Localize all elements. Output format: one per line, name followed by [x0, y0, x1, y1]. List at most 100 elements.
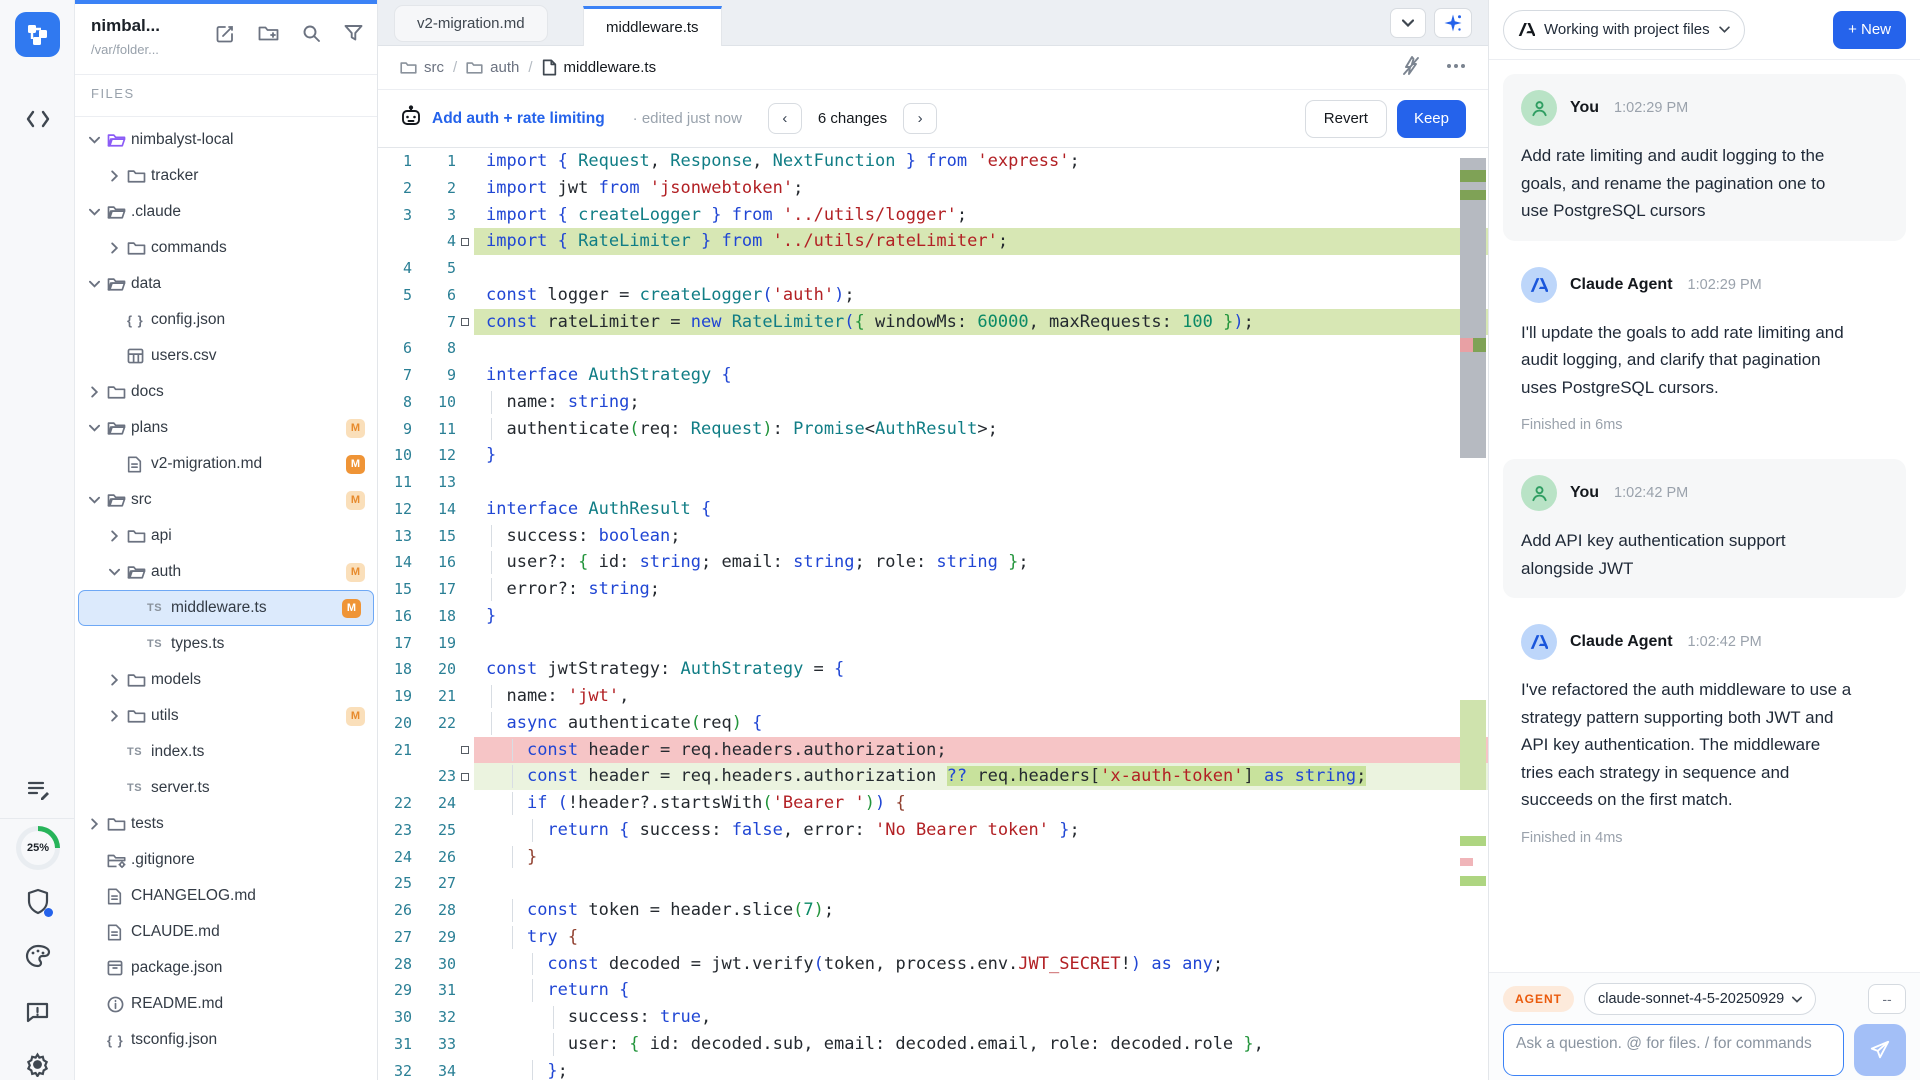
diff-gutter-marker[interactable] — [456, 630, 474, 657]
code-line[interactable]: 23 const header = req.headers.authorizat… — [378, 763, 1488, 790]
tree-item--claude[interactable]: .claude — [75, 194, 377, 230]
chevron-down-icon[interactable] — [89, 496, 107, 504]
chat-input[interactable] — [1503, 1024, 1844, 1076]
code-line[interactable]: 45 — [378, 255, 1488, 282]
chevron-down-icon[interactable] — [89, 136, 107, 144]
tree-item-tracker[interactable]: tracker — [75, 158, 377, 194]
diff-gutter-marker[interactable] — [456, 496, 474, 523]
tab-middleware[interactable]: middleware.ts — [583, 6, 722, 46]
zap-off-icon[interactable] — [1402, 56, 1420, 80]
chevron-right-icon[interactable] — [109, 244, 127, 252]
chevron-down-icon[interactable] — [109, 568, 127, 576]
chevron-right-icon[interactable] — [109, 532, 127, 540]
tree-item-claude-md[interactable]: CLAUDE.md — [75, 914, 377, 950]
chevron-down-icon[interactable] — [89, 208, 107, 216]
diff-gutter-marker[interactable] — [456, 523, 474, 550]
tree-item-users-csv[interactable]: users.csv — [75, 338, 377, 374]
diff-gutter-marker[interactable] — [456, 362, 474, 389]
code-line[interactable]: 3133 user: { id: decoded.sub, email: dec… — [378, 1031, 1488, 1058]
breadcrumb-src[interactable]: src — [424, 59, 444, 76]
code-line[interactable]: 1719 — [378, 630, 1488, 657]
code-line[interactable]: 2426 } — [378, 844, 1488, 871]
feedback-icon[interactable] — [0, 1000, 75, 1024]
tree-item-package-json[interactable]: package.json — [75, 950, 377, 986]
diff-gutter-marker[interactable] — [456, 175, 474, 202]
diff-gutter-marker[interactable] — [456, 309, 474, 336]
diff-gutter-marker[interactable] — [456, 416, 474, 443]
search-icon[interactable] — [302, 24, 321, 49]
theme-palette-icon[interactable] — [0, 944, 75, 968]
tree-item-tests[interactable]: tests — [75, 806, 377, 842]
diff-gutter-marker[interactable] — [456, 202, 474, 229]
model-selector[interactable]: claude-sonnet-4-5-20250929 — [1584, 983, 1816, 1015]
prev-change-button[interactable]: ‹ — [768, 103, 802, 134]
code-line[interactable]: 1012} — [378, 442, 1488, 469]
code-line[interactable]: 1113 — [378, 469, 1488, 496]
diff-gutter-marker[interactable] — [456, 282, 474, 309]
tree-item-tsconfig-json[interactable]: { }tsconfig.json — [75, 1022, 377, 1058]
diff-gutter-marker[interactable] — [456, 549, 474, 576]
diff-gutter-marker[interactable] — [456, 897, 474, 924]
tree-item-v2-migration-md[interactable]: v2-migration.mdM — [75, 446, 377, 482]
new-chat-button[interactable]: + New — [1833, 11, 1906, 49]
breadcrumb-auth[interactable]: auth — [490, 59, 519, 76]
diff-gutter-marker[interactable] — [456, 1058, 474, 1080]
diff-gutter-marker[interactable] — [456, 737, 474, 764]
settings-gear-icon[interactable] — [0, 1052, 75, 1077]
tree-item-config-json[interactable]: { }config.json — [75, 302, 377, 338]
chevron-down-icon[interactable] — [89, 280, 107, 288]
diff-gutter-marker[interactable] — [456, 469, 474, 496]
diff-gutter-marker[interactable] — [456, 255, 474, 282]
tree-item-utils[interactable]: utilsM — [75, 698, 377, 734]
scrollbar-overview-ruler[interactable] — [1460, 148, 1486, 1080]
chevron-right-icon[interactable] — [109, 676, 127, 684]
new-ai-tab-button[interactable] — [1434, 8, 1472, 38]
scrollbar-thumb[interactable] — [1460, 158, 1486, 458]
diff-gutter-marker[interactable] — [456, 335, 474, 362]
more-options-icon[interactable] — [1446, 56, 1466, 80]
new-folder-icon[interactable] — [258, 24, 279, 49]
tab-list-dropdown-button[interactable] — [1390, 8, 1426, 38]
code-line[interactable]: 1921 name: 'jwt', — [378, 683, 1488, 710]
chevron-right-icon[interactable] — [109, 172, 127, 180]
diff-gutter-marker[interactable] — [456, 924, 474, 951]
diff-gutter-marker[interactable] — [456, 1031, 474, 1058]
tree-item-docs[interactable]: docs — [75, 374, 377, 410]
code-line[interactable]: 7const rateLimiter = new RateLimiter({ w… — [378, 309, 1488, 336]
code-line[interactable]: 1618} — [378, 603, 1488, 630]
tree-item-src[interactable]: srcM — [75, 482, 377, 518]
collapse-composer-button[interactable]: -- — [1868, 984, 1906, 1014]
revert-button[interactable]: Revert — [1305, 100, 1387, 138]
usage-progress-ring[interactable]: 25% — [16, 826, 60, 870]
code-line[interactable]: 3234 }; — [378, 1058, 1488, 1080]
code-line[interactable]: 810 name: string; — [378, 389, 1488, 416]
code-line[interactable]: 2628 const token = header.slice(7); — [378, 897, 1488, 924]
diff-gutter-marker[interactable] — [456, 951, 474, 978]
code-line[interactable]: 1416 user?: { id: string; email: string;… — [378, 549, 1488, 576]
tree-item-models[interactable]: models — [75, 662, 377, 698]
diff-gutter-marker[interactable] — [456, 442, 474, 469]
code-line[interactable]: 2224 if (!header?.startsWith('Bearer '))… — [378, 790, 1488, 817]
new-file-icon[interactable] — [215, 24, 235, 49]
tree-item-changelog-md[interactable]: CHANGELOG.md — [75, 878, 377, 914]
diff-gutter-marker[interactable] — [456, 844, 474, 871]
code-diff-view[interactable]: 11import { Request, Response, NextFuncti… — [378, 148, 1488, 1080]
tree-item-commands[interactable]: commands — [75, 230, 377, 266]
code-line[interactable]: 2022 async authenticate(req) { — [378, 710, 1488, 737]
code-line[interactable]: 2830 const decoded = jwt.verify(token, p… — [378, 951, 1488, 978]
session-selector[interactable]: Working with project files — [1503, 10, 1745, 50]
diff-gutter-marker[interactable] — [456, 870, 474, 897]
diff-gutter-marker[interactable] — [456, 977, 474, 1004]
code-line[interactable]: 56const logger = createLogger('auth'); — [378, 282, 1488, 309]
next-change-button[interactable]: › — [903, 103, 937, 134]
code-line[interactable]: 1315 success: boolean; — [378, 523, 1488, 550]
change-set-link[interactable]: Add auth + rate limiting — [432, 110, 605, 128]
chevron-right-icon[interactable] — [89, 820, 107, 828]
code-line[interactable]: 1517 error?: string; — [378, 576, 1488, 603]
diff-gutter-marker[interactable] — [456, 148, 474, 175]
code-line[interactable]: 4import { RateLimiter } from '../utils/r… — [378, 228, 1488, 255]
diff-gutter-marker[interactable] — [456, 603, 474, 630]
code-line[interactable]: 911 authenticate(req: Request): Promise<… — [378, 416, 1488, 443]
diff-gutter-marker[interactable] — [456, 1004, 474, 1031]
tree-item-index-ts[interactable]: TSindex.ts — [75, 734, 377, 770]
